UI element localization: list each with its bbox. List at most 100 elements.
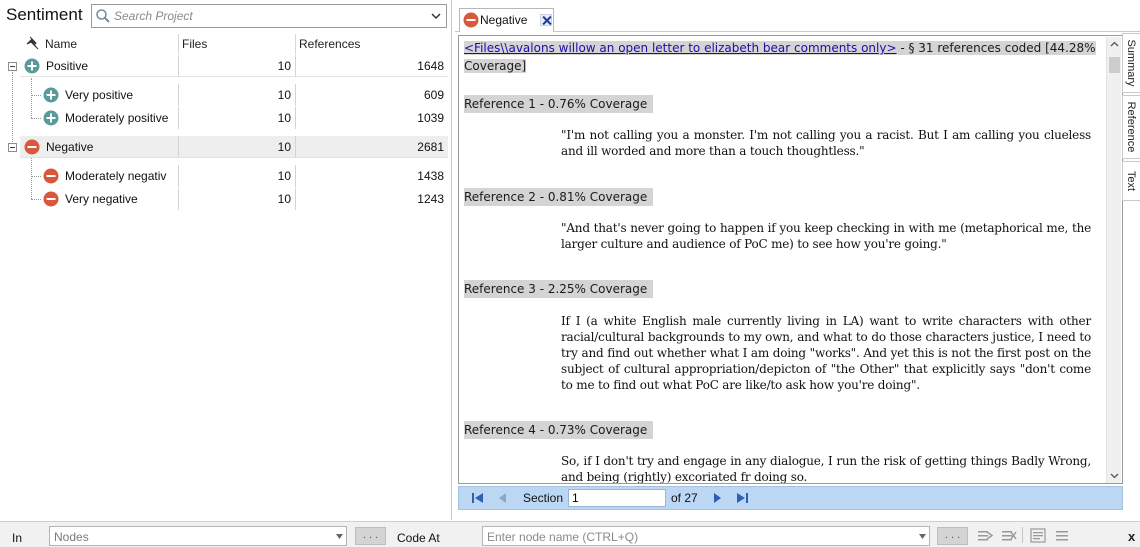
browse-code-button[interactable]: . . . <box>937 527 968 545</box>
search-input[interactable] <box>114 7 414 25</box>
collapse-toggle[interactable] <box>8 62 17 71</box>
node-files: 10 <box>179 55 296 77</box>
node-name: Moderately positive <box>65 107 179 129</box>
scrollbar-thumb[interactable] <box>1109 57 1120 73</box>
node-name: Positive <box>46 55 179 77</box>
reference-block: Reference 1 - 0.76% Coverage <box>464 95 654 113</box>
side-tab-text[interactable]: Text <box>1122 161 1140 201</box>
negative-node-icon <box>24 139 40 155</box>
annotation-icon[interactable] <box>1030 528 1046 543</box>
node-name: Very positive <box>65 84 179 106</box>
section-number-input[interactable] <box>568 489 666 507</box>
chevron-down-icon[interactable] <box>430 10 442 22</box>
negative-node-icon <box>43 168 59 184</box>
scroll-down-icon[interactable] <box>1110 471 1119 480</box>
source-file-link[interactable]: <Files\\avalons willow an open letter to… <box>464 41 897 55</box>
previous-section-icon[interactable] <box>496 492 510 504</box>
column-header-name[interactable]: Name <box>45 37 77 51</box>
tree-row-positive[interactable]: Positive 10 1648 <box>8 55 448 77</box>
node-references: 1438 <box>417 169 444 183</box>
collapse-toggle[interactable] <box>8 143 17 152</box>
reference-block: Reference 4 - 0.73% Coverage <box>464 421 654 439</box>
search-icon <box>96 9 110 23</box>
reference-text: "And that's never going to happen if you… <box>561 221 1091 251</box>
detail-view: Negative <Files\\avalons willow an open … <box>455 0 1140 520</box>
reference-block: Reference 3 - 2.25% Coverage <box>464 280 654 298</box>
next-section-icon[interactable] <box>711 492 725 504</box>
in-label: In <box>12 531 23 545</box>
positive-node-icon <box>43 110 59 126</box>
tree-row-moderately-positive[interactable]: Moderately positive 10 1039 <box>40 107 448 129</box>
side-tab-reference[interactable]: Reference <box>1122 95 1140 159</box>
tab-label: Negative <box>480 13 528 27</box>
column-separator[interactable] <box>295 34 296 54</box>
reference-title: Reference 2 - 0.81% Coverage <box>464 188 654 206</box>
side-tab-label: Summary <box>1125 39 1137 87</box>
negative-node-icon <box>43 191 59 207</box>
uncode-selection-icon[interactable] <box>1001 528 1017 543</box>
node-name: Very negative <box>65 188 179 210</box>
code-at-field[interactable] <box>482 526 930 546</box>
positive-node-icon <box>43 87 59 103</box>
side-tab-summary[interactable]: Summary <box>1122 33 1140 93</box>
tree-header: Name Files References <box>20 34 448 54</box>
column-header-files[interactable]: Files <box>182 37 207 51</box>
chevron-down-icon[interactable] <box>336 534 343 539</box>
chevron-down-icon[interactable] <box>919 534 926 539</box>
section-total: of 27 <box>671 491 698 505</box>
tab-negative[interactable]: Negative <box>459 8 554 32</box>
view-side-tabs: Summary Reference Text <box>1122 33 1140 203</box>
coverage-summary-end: Coverage] <box>464 59 527 73</box>
pin-icon[interactable] <box>26 36 40 50</box>
last-section-icon[interactable] <box>735 492 749 504</box>
toolbar-divider <box>1022 527 1023 543</box>
reference-text: "I'm not calling you a monster. I'm not … <box>561 128 1091 158</box>
tab-bar: Negative <box>455 0 1140 32</box>
tree-line <box>31 78 32 118</box>
tree-row-negative[interactable]: Negative 10 2681 <box>8 136 448 158</box>
tree-line <box>12 72 13 148</box>
tree-row-very-positive[interactable]: Very positive 10 609 <box>40 84 448 106</box>
node-files: 10 <box>179 84 296 106</box>
coverage-summary: - § 31 references coded [44.28% <box>896 41 1096 55</box>
nodes-panel: Sentiment Name Files References Posit <box>0 0 452 520</box>
positive-node-icon <box>24 58 40 74</box>
reference-title: Reference 3 - 2.25% Coverage <box>464 280 654 298</box>
column-separator[interactable] <box>178 34 179 54</box>
node-name: Negative <box>46 136 179 158</box>
search-project-box[interactable] <box>91 4 447 28</box>
node-name-input[interactable] <box>487 529 907 544</box>
node-files: 10 <box>179 188 296 210</box>
reference-text: So, if I don't try and engage in any dia… <box>561 454 1091 484</box>
node-references: 1648 <box>417 59 444 73</box>
tree-row-moderately-negative[interactable]: Moderately negativ 10 1438 <box>40 165 448 187</box>
node-references: 2681 <box>417 140 444 154</box>
reference-content-frame: <Files\\avalons willow an open letter to… <box>458 35 1123 484</box>
node-references: 1243 <box>417 192 444 206</box>
close-tab-icon[interactable] <box>540 14 552 26</box>
node-files: 10 <box>179 107 296 129</box>
reference-block: Reference 2 - 0.81% Coverage <box>464 188 654 206</box>
settings-list-icon[interactable] <box>1054 528 1070 543</box>
node-name: Moderately negativ <box>65 165 179 187</box>
code-at-label: Code At <box>397 531 440 545</box>
code-selection-icon[interactable] <box>977 528 993 543</box>
scroll-up-icon[interactable] <box>1110 40 1119 49</box>
first-section-icon[interactable] <box>471 492 485 504</box>
browse-nodes-button[interactable]: . . . <box>355 527 386 545</box>
nodes-dropdown[interactable]: Nodes <box>49 526 347 546</box>
vertical-scrollbar[interactable] <box>1106 37 1121 483</box>
reference-title: Reference 1 - 0.76% Coverage <box>464 95 654 113</box>
tree-row-very-negative[interactable]: Very negative 10 1243 <box>40 188 448 210</box>
column-header-references[interactable]: References <box>299 37 360 51</box>
reference-content[interactable]: <Files\\avalons willow an open letter to… <box>464 39 1104 484</box>
side-tab-label: Text <box>1125 170 1137 192</box>
reference-text: If I (a white English male currently liv… <box>561 314 1091 392</box>
node-files: 10 <box>179 165 296 187</box>
node-references: 1039 <box>417 111 444 125</box>
node-references: 609 <box>423 88 444 102</box>
reference-title: Reference 4 - 0.73% Coverage <box>464 421 654 439</box>
source-header: <Files\\avalons willow an open letter to… <box>464 39 1104 75</box>
section-navigation-bar: Section of 27 <box>458 486 1123 510</box>
close-coding-bar-icon[interactable]: x <box>1128 529 1135 544</box>
